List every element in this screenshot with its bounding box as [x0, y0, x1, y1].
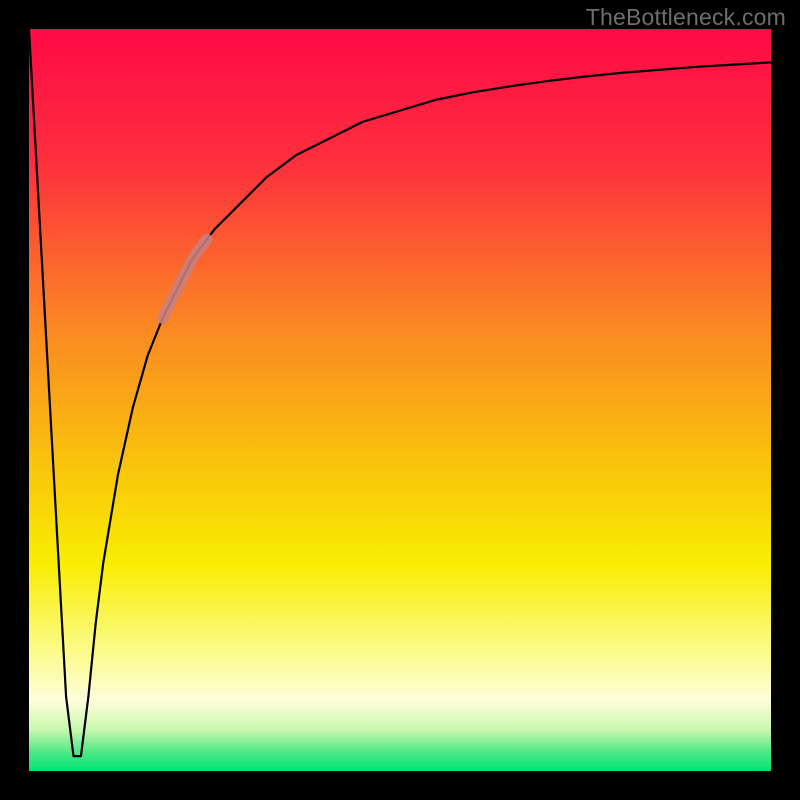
chart-frame: TheBottleneck.com	[0, 0, 800, 800]
curve-layer	[29, 29, 771, 771]
highlight-segment	[163, 239, 208, 318]
watermark-text: TheBottleneck.com	[586, 4, 786, 31]
bottleneck-curve	[29, 29, 771, 756]
plot-area	[29, 29, 771, 771]
